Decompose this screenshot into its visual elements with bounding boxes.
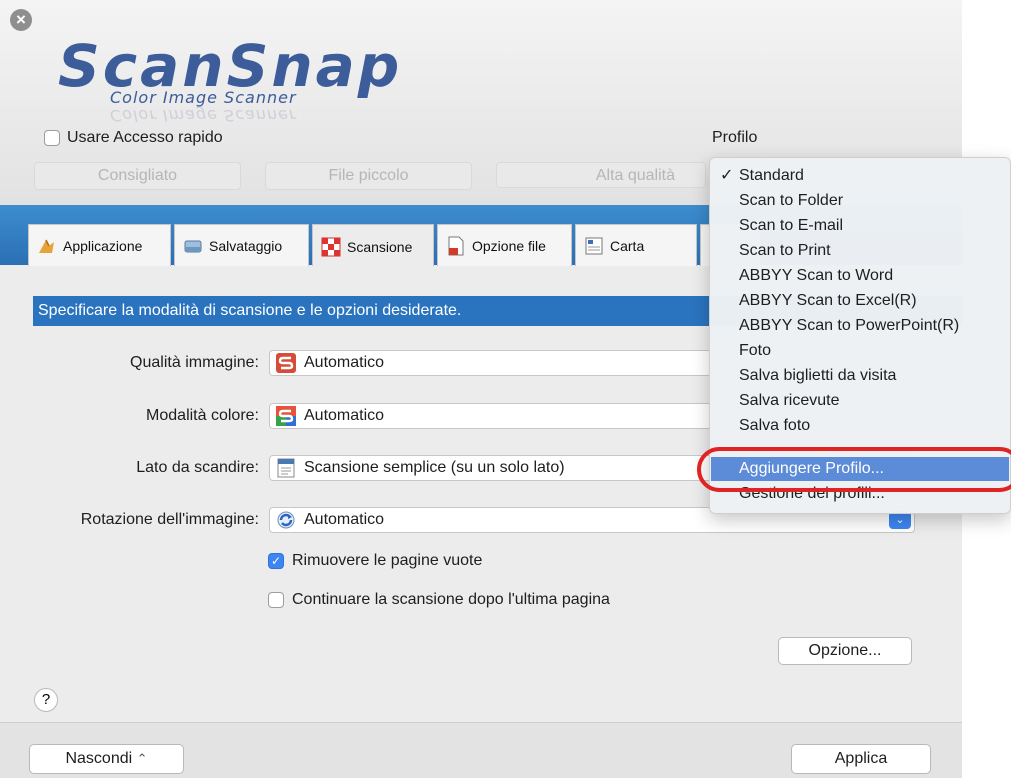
tab-paper[interactable]: Carta — [575, 224, 697, 266]
menu-item-abbyy-word[interactable]: ABBYY Scan to Word — [711, 264, 1009, 288]
tab-label: Carta — [610, 237, 645, 254]
continue-scanning-checkbox[interactable] — [268, 592, 284, 608]
remove-blank-pages-label: Rimuovere le pagine vuote — [292, 552, 483, 569]
image-quality-value: Automatico — [304, 354, 385, 371]
quick-access-checkbox[interactable] — [44, 130, 60, 146]
scan-icon — [321, 237, 341, 256]
menu-item-scan-to-email[interactable]: Scan to E-mail — [711, 214, 1009, 238]
logo-subtitle: Color Image Scanner — [110, 88, 297, 107]
hide-button-label: Nascondi — [65, 750, 133, 767]
application-icon — [39, 239, 54, 253]
menu-item-abbyy-powerpoint[interactable]: ABBYY Scan to PowerPoint(R) — [711, 314, 1009, 338]
menu-item-scan-to-folder[interactable]: Scan to Folder — [711, 189, 1009, 213]
color-mode-value: Automatico — [304, 407, 385, 424]
image-rotation-label: Rotazione dell'immagine: — [80, 511, 259, 528]
continue-scanning-label: Continuare la scansione dopo l'ultima pa… — [292, 591, 610, 608]
preset-recommended-button[interactable]: Consigliato — [34, 162, 241, 190]
menu-item-foto[interactable]: Foto — [711, 339, 1009, 363]
logo-reflection: Color Image Scanner — [110, 106, 297, 125]
remove-blank-pages-checkbox[interactable]: ✓ — [268, 553, 284, 569]
menu-item-abbyy-excel[interactable]: ABBYY Scan to Excel(R) — [711, 289, 1009, 313]
highlight-callout — [697, 447, 1011, 492]
help-button[interactable]: ? — [34, 688, 58, 712]
tab-file-option[interactable]: Opzione file — [437, 224, 572, 266]
hide-button[interactable]: Nascondi ⌃ — [29, 744, 184, 774]
scansnap-color-icon — [276, 406, 296, 426]
menu-item-receipts[interactable]: Salva ricevute — [711, 389, 1009, 413]
scan-side-label: Lato da scandire: — [136, 459, 259, 476]
preset-small-file-button[interactable]: File piccolo — [265, 162, 472, 190]
tab-label: Opzione file — [472, 237, 546, 254]
tab-scan[interactable]: Scansione — [312, 224, 434, 268]
footer-bar: Nascondi ⌃ Applica — [0, 722, 962, 778]
menu-item-scan-to-print[interactable]: Scan to Print — [711, 239, 1009, 263]
menu-item-standard[interactable]: ✓ Standard — [711, 164, 1009, 188]
color-mode-label: Modalità colore: — [146, 407, 259, 424]
menu-item-save-photos[interactable]: Salva foto — [711, 414, 1009, 438]
file-option-icon — [448, 236, 464, 255]
checkmark-icon: ✓ — [720, 167, 734, 184]
scan-side-value: Scansione semplice (su un solo lato) — [304, 459, 565, 476]
profile-label: Profilo — [712, 129, 758, 146]
save-icon — [184, 240, 202, 252]
tab-label: Scansione — [347, 238, 413, 255]
menu-item-business-cards[interactable]: Salva biglietti da visita — [711, 364, 1009, 388]
apply-button[interactable]: Applica — [791, 744, 931, 774]
chevron-up-icon: ⌃ — [136, 751, 148, 766]
close-icon[interactable]: × — [10, 9, 32, 31]
image-quality-label: Qualità immagine: — [130, 354, 259, 371]
image-rotation-value: Automatico — [304, 511, 385, 528]
single-side-icon — [277, 458, 295, 478]
preset-high-quality-button[interactable]: Alta qualità — [496, 162, 706, 188]
quick-access-label: Usare Accesso rapido — [67, 129, 223, 146]
option-button[interactable]: Opzione... — [778, 637, 912, 665]
tab-save[interactable]: Salvataggio — [174, 224, 309, 266]
tab-label: Salvataggio — [209, 237, 283, 254]
scansnap-logo: ScanSnap Color Image Scanner Color Image… — [58, 32, 478, 125]
tab-application[interactable]: Applicazione — [28, 224, 171, 266]
scansnap-auto-icon — [276, 353, 296, 373]
tab-label: Applicazione — [63, 237, 143, 254]
paper-icon — [585, 237, 603, 254]
rotate-icon — [277, 511, 295, 529]
